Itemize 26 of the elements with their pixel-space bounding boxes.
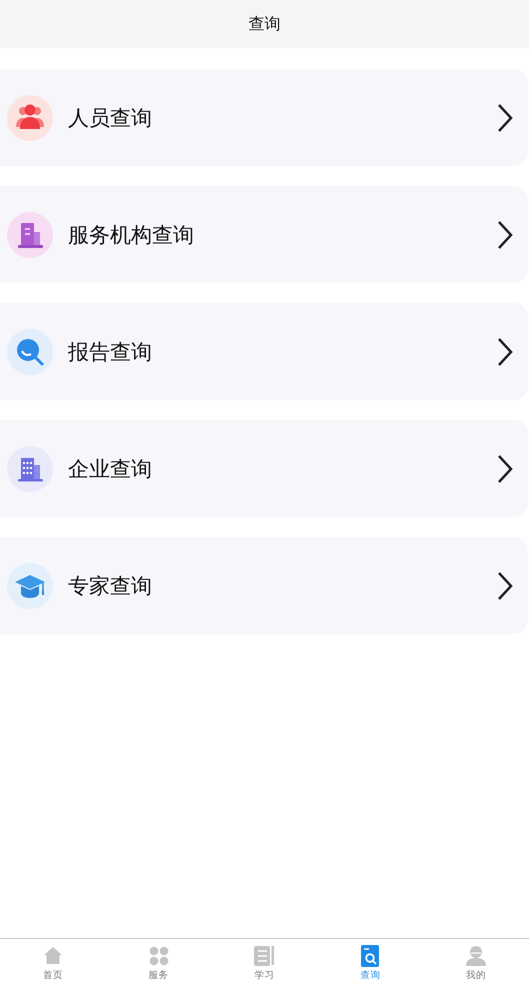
search-icon: [7, 328, 53, 374]
chevron-right-icon: [496, 454, 514, 484]
home-icon: [42, 945, 64, 967]
chevron-right-icon: [496, 220, 514, 250]
menu-item[interactable]: 服务机构查询: [0, 186, 528, 283]
page-title: 查询: [248, 14, 280, 34]
search-icon: [359, 945, 382, 967]
person-icon: [465, 945, 488, 967]
tab-bar-item[interactable]: 学习: [212, 939, 318, 985]
menu-item[interactable]: 报告查询: [0, 303, 528, 400]
notebook-icon: [253, 945, 276, 967]
building-icon: [7, 212, 53, 258]
tab-bar-item[interactable]: 服务: [106, 939, 212, 985]
people-icon: [7, 94, 53, 140]
chevron-right-icon: [496, 102, 514, 132]
chevron-right-icon: [496, 336, 514, 366]
building-icon: [7, 446, 53, 492]
tab-bar-item[interactable]: 查询: [317, 939, 424, 985]
menu-item[interactable]: 专家查询: [0, 537, 528, 634]
graduation-cap-icon: [7, 562, 53, 608]
menu-item[interactable]: 企业查询: [0, 420, 528, 517]
tab-bar-item[interactable]: 我的: [423, 939, 529, 985]
grid-icon: [148, 945, 170, 967]
chevron-right-icon: [496, 570, 514, 600]
tab-bar-item[interactable]: 首页: [0, 939, 106, 985]
menu-item[interactable]: 人员查询: [0, 69, 528, 166]
